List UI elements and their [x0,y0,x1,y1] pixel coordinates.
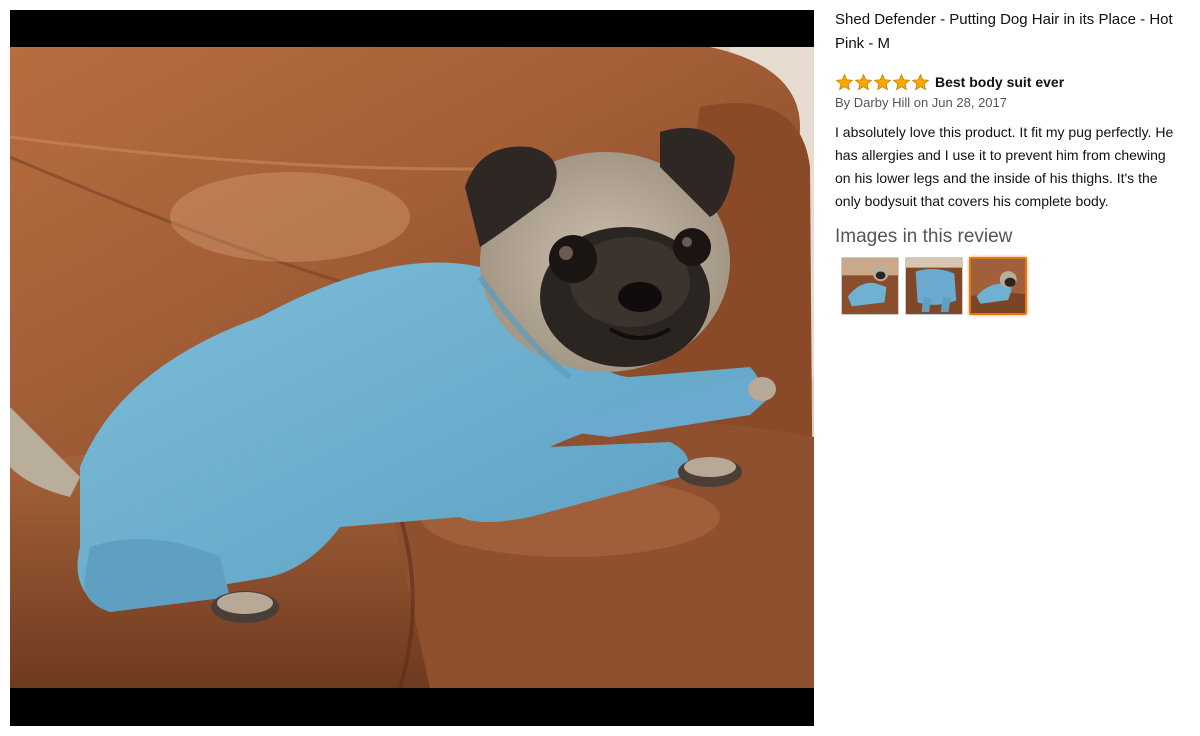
star-icon [911,73,930,90]
product-title-link[interactable]: Shed Defender - Putting Dog Hair in its … [835,8,1185,56]
star-icon [835,73,854,90]
images-heading: Images in this review [835,226,1013,247]
review-image-thumbnails [835,257,1185,315]
pug-on-couch-photo [10,47,814,688]
review-panel: Shed Defender - Putting Dog Hair in its … [835,8,1185,315]
review-photo [10,47,814,688]
review-image-thumbnail[interactable] [905,257,963,315]
star-icon [854,73,873,90]
review-image-thumbnail-selected[interactable] [969,257,1027,315]
thumbnail-image [906,258,962,314]
thumbnail-image [842,258,898,314]
thumbnail-image [971,259,1025,313]
review-header: Best body suit ever [835,72,1185,92]
review-body: I absolutely love this product. It fit m… [835,124,1174,209]
star-icon [892,73,911,90]
review-byline: By Darby Hill on Jun 28, 2017 [835,95,1007,110]
star-rating [835,73,930,92]
review-image-thumbnail[interactable] [841,257,899,315]
review-image-viewer[interactable] [10,10,814,726]
star-icon [873,73,892,90]
review-title[interactable]: Best body suit ever [935,74,1064,90]
